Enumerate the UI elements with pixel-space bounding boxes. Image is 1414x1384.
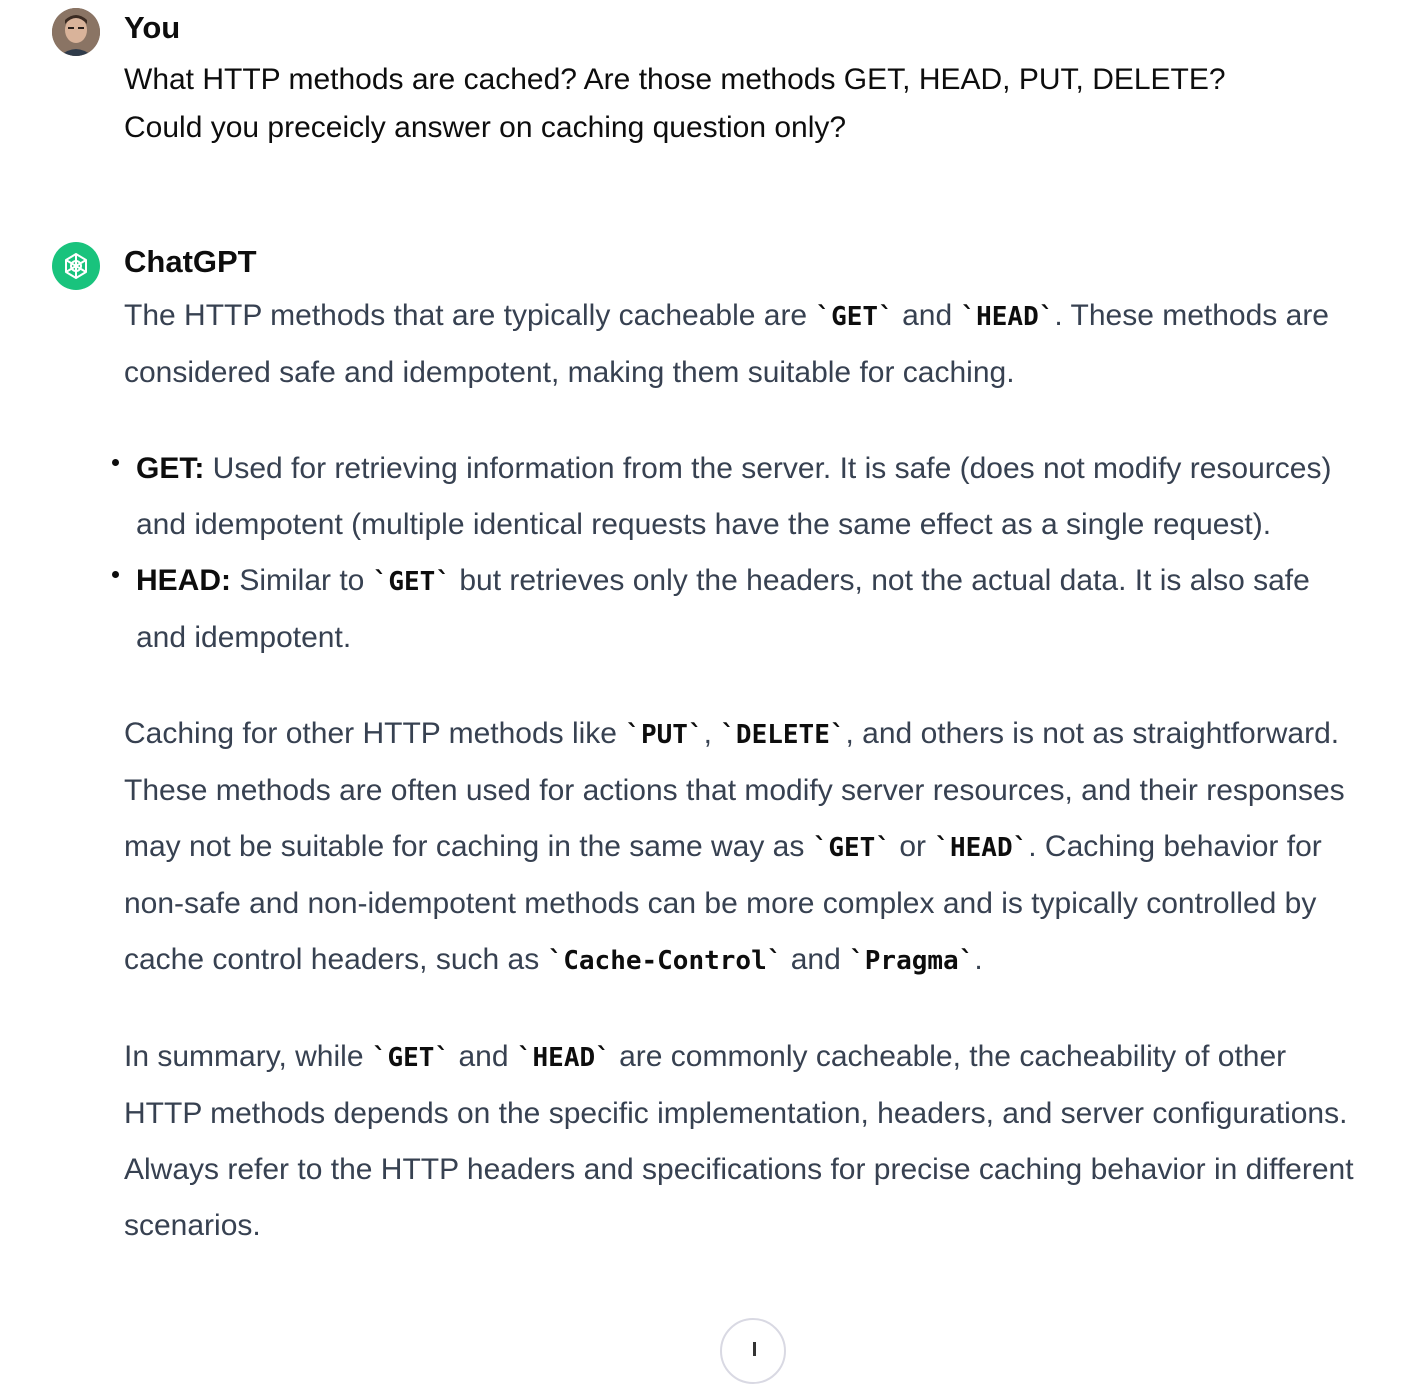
user-message-line: Could you preceicly answer on caching qu… — [124, 111, 847, 144]
text-span: The HTTP methods that are typically cach… — [124, 299, 816, 332]
text-span: . — [974, 943, 983, 976]
list-item-head: HEAD: Similar to `GET` but retrieves onl… — [112, 553, 1364, 666]
answer-paragraph-summary: In summary, while `GET` and `HEAD` are c… — [124, 1029, 1364, 1254]
list-item-label: HEAD: — [136, 564, 231, 597]
assistant-message-body: The HTTP methods that are typically cach… — [112, 288, 1364, 1254]
text-span: and — [893, 299, 961, 332]
text-span: and — [782, 943, 850, 976]
openai-logo-icon — [65, 253, 87, 279]
inline-code: `DELETE` — [720, 720, 846, 750]
text-span: , — [703, 717, 721, 750]
user-message-text: What HTTP methods are cached? Are those … — [124, 56, 1304, 152]
answer-paragraph-intro: The HTTP methods that are typically cach… — [124, 288, 1364, 401]
list-item-label: GET: — [136, 452, 205, 485]
inline-code: `GET` — [812, 833, 891, 863]
inline-code: `GET` — [815, 302, 894, 332]
text-span: In summary, while — [124, 1040, 372, 1073]
assistant-avatar — [52, 242, 100, 290]
scroll-to-bottom-button[interactable] — [720, 1318, 786, 1384]
inline-code: `HEAD` — [934, 833, 1029, 863]
list-item-get: GET: Used for retrieving information fro… — [112, 441, 1364, 553]
text-span: or — [890, 830, 935, 863]
text-span: Caching for other HTTP methods like — [124, 717, 626, 750]
inline-code: `Cache-Control` — [547, 946, 783, 976]
inline-code: `HEAD` — [960, 302, 1055, 332]
user-author-name: You — [124, 10, 181, 45]
user-avatar-photo-icon — [52, 8, 100, 56]
inline-code: `GET` — [371, 1043, 451, 1073]
answer-paragraph-other-methods: Caching for other HTTP methods like `PUT… — [124, 706, 1364, 989]
list-item-text: Used for retrieving information from the… — [136, 452, 1332, 541]
user-avatar — [52, 8, 100, 56]
inline-code: `Pragma` — [849, 946, 975, 976]
list-item-text: Similar to — [231, 564, 373, 597]
user-message-line: What HTTP methods are cached? Are those … — [124, 63, 1226, 96]
text-span: and — [450, 1040, 517, 1073]
method-list: GET: Used for retrieving information fro… — [112, 441, 1364, 666]
inline-code: `HEAD` — [516, 1043, 611, 1073]
inline-code: `PUT` — [625, 720, 704, 750]
assistant-author-name: ChatGPT — [124, 244, 257, 279]
inline-code: `GET` — [372, 567, 451, 597]
